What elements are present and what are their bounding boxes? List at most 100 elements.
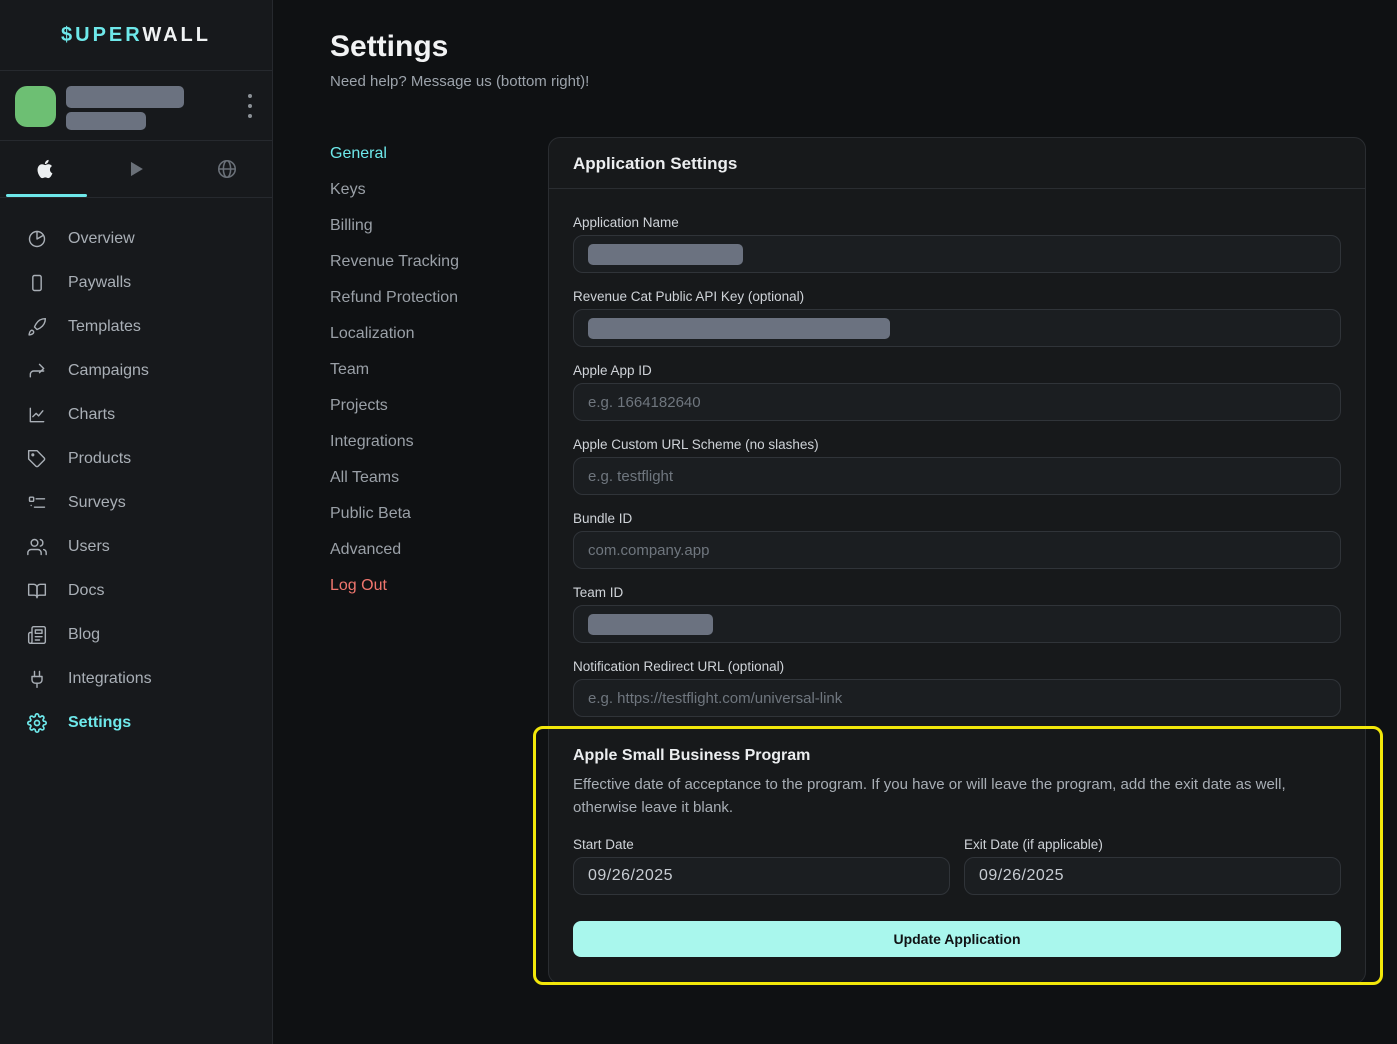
- sidebar-item-campaigns[interactable]: Campaigns: [0, 349, 272, 393]
- sidebar-item-label: Users: [68, 538, 110, 556]
- sidebar-item-label: Paywalls: [68, 274, 131, 292]
- apple-app-id-input[interactable]: [573, 383, 1341, 421]
- exit-date-field: Exit Date (if applicable): [964, 837, 1341, 895]
- logo-prefix: $UPER: [61, 24, 142, 46]
- logo-suffix: WALL: [142, 24, 211, 46]
- field-label: Revenue Cat Public API Key (optional): [573, 289, 1341, 304]
- sidebar-item-templates[interactable]: Templates: [0, 305, 272, 349]
- field-label: Apple App ID: [573, 363, 1341, 378]
- sidebar-item-label: Charts: [68, 406, 115, 424]
- settings-nav: General Keys Billing Revenue Tracking Re…: [330, 136, 530, 604]
- settings-nav-billing[interactable]: Billing: [330, 208, 530, 244]
- logo-bar: $UPERWALL: [0, 0, 272, 71]
- panel-body: Application Name Revenue Cat Public API …: [549, 189, 1365, 983]
- application-name-input[interactable]: [573, 235, 1341, 273]
- sidebar-item-label: Docs: [68, 582, 104, 600]
- kebab-menu-icon[interactable]: [242, 92, 258, 120]
- team-id-input[interactable]: [573, 605, 1341, 643]
- tab-google-play[interactable]: [91, 141, 182, 197]
- field-label: Team ID: [573, 585, 1341, 600]
- sidebar-item-label: Blog: [68, 626, 100, 644]
- surveys-icon: [27, 493, 47, 513]
- superwall-logo: $UPERWALL: [61, 24, 211, 47]
- globe-icon: [216, 158, 238, 180]
- sidebar-nav: Overview Paywalls Templates Campaigns Ch…: [0, 198, 272, 745]
- settings-gear-icon: [27, 713, 47, 733]
- panel-title: Application Settings: [549, 138, 1365, 189]
- app-avatar: [15, 86, 56, 127]
- settings-nav-advanced[interactable]: Advanced: [330, 532, 530, 568]
- update-application-button[interactable]: Update Application: [573, 921, 1341, 957]
- sidebar-item-products[interactable]: Products: [0, 437, 272, 481]
- field-label: Apple Custom URL Scheme (no slashes): [573, 437, 1341, 452]
- sbp-description: Effective date of acceptance to the prog…: [573, 773, 1341, 819]
- sbp-date-row: Start Date Exit Date (if applicable): [573, 837, 1341, 895]
- settings-nav-log-out[interactable]: Log Out: [330, 568, 530, 604]
- redacted-value: [588, 318, 890, 339]
- users-icon: [27, 537, 47, 557]
- field-apple-app-id: Apple App ID: [573, 363, 1341, 421]
- charts-icon: [27, 405, 47, 425]
- field-label: Notification Redirect URL (optional): [573, 659, 1341, 674]
- field-notification-redirect-url: Notification Redirect URL (optional): [573, 659, 1341, 717]
- products-icon: [27, 449, 47, 469]
- tab-apple[interactable]: [0, 141, 91, 197]
- sidebar-item-settings[interactable]: Settings: [0, 701, 272, 745]
- tab-web[interactable]: [181, 141, 272, 197]
- paywalls-icon: [27, 273, 47, 293]
- sidebar-item-paywalls[interactable]: Paywalls: [0, 261, 272, 305]
- apple-custom-url-scheme-input[interactable]: [573, 457, 1341, 495]
- exit-date-label: Exit Date (if applicable): [964, 837, 1341, 852]
- field-revenuecat-api-key: Revenue Cat Public API Key (optional): [573, 289, 1341, 347]
- redacted-app-subtitle: [66, 112, 146, 130]
- campaigns-icon: [27, 361, 47, 381]
- start-date-field: Start Date: [573, 837, 950, 895]
- redacted-value: [588, 614, 713, 635]
- field-label: Application Name: [573, 215, 1341, 230]
- start-date-input[interactable]: [573, 857, 950, 895]
- redacted-value: [588, 244, 743, 265]
- redacted-app-name: [66, 86, 184, 108]
- settings-nav-localization[interactable]: Localization: [330, 316, 530, 352]
- sidebar-item-docs[interactable]: Docs: [0, 569, 272, 613]
- sidebar-item-overview[interactable]: Overview: [0, 217, 272, 261]
- start-date-label: Start Date: [573, 837, 950, 852]
- settings-nav-public-beta[interactable]: Public Beta: [330, 496, 530, 532]
- apple-small-business-program-section: Apple Small Business Program Effective d…: [573, 747, 1341, 957]
- sidebar-item-label: Overview: [68, 230, 135, 248]
- sidebar-item-label: Surveys: [68, 494, 126, 512]
- platform-tabs: [0, 141, 272, 198]
- sidebar-item-users[interactable]: Users: [0, 525, 272, 569]
- overview-icon: [27, 229, 47, 249]
- settings-nav-keys[interactable]: Keys: [330, 172, 530, 208]
- sidebar-item-integrations[interactable]: Integrations: [0, 657, 272, 701]
- settings-nav-integrations[interactable]: Integrations: [330, 424, 530, 460]
- bundle-id-input[interactable]: [573, 531, 1341, 569]
- docs-icon: [27, 581, 47, 601]
- sidebar-item-label: Settings: [68, 714, 131, 732]
- page-subtitle: Need help? Message us (bottom right)!: [330, 73, 589, 90]
- field-label: Bundle ID: [573, 511, 1341, 526]
- sidebar-item-blog[interactable]: Blog: [0, 613, 272, 657]
- integrations-icon: [27, 669, 47, 689]
- settings-nav-projects[interactable]: Projects: [330, 388, 530, 424]
- sidebar-item-charts[interactable]: Charts: [0, 393, 272, 437]
- settings-nav-all-teams[interactable]: All Teams: [330, 460, 530, 496]
- app-name-redacted: [66, 86, 184, 130]
- sidebar-item-label: Campaigns: [68, 362, 149, 380]
- exit-date-input[interactable]: [964, 857, 1341, 895]
- sidebar-item-label: Products: [68, 450, 131, 468]
- field-team-id: Team ID: [573, 585, 1341, 643]
- settings-nav-general[interactable]: General: [330, 136, 530, 172]
- sidebar-item-surveys[interactable]: Surveys: [0, 481, 272, 525]
- app-selector[interactable]: [0, 71, 272, 141]
- field-bundle-id: Bundle ID: [573, 511, 1341, 569]
- settings-nav-team[interactable]: Team: [330, 352, 530, 388]
- notification-redirect-url-input[interactable]: [573, 679, 1341, 717]
- sidebar-item-label: Templates: [68, 318, 141, 336]
- active-tab-underline: [6, 194, 87, 197]
- settings-nav-revenue-tracking[interactable]: Revenue Tracking: [330, 244, 530, 280]
- revenuecat-api-key-input[interactable]: [573, 309, 1341, 347]
- settings-nav-refund-protection[interactable]: Refund Protection: [330, 280, 530, 316]
- blog-icon: [27, 625, 47, 645]
